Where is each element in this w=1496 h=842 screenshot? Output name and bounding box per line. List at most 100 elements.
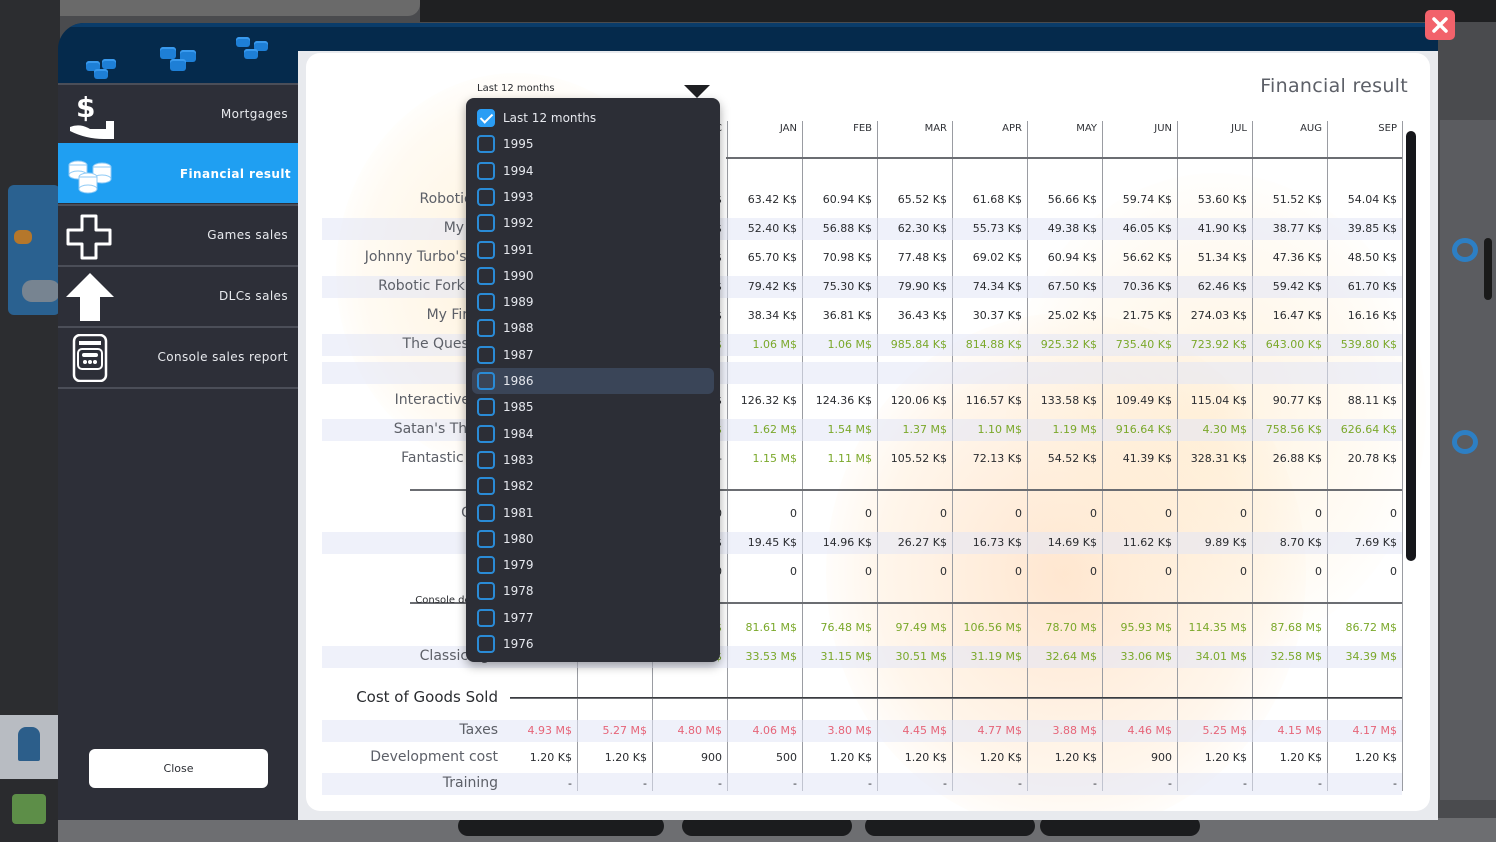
period-option-label: 1977 xyxy=(503,610,534,625)
table-cell: 61.70 K$ xyxy=(1347,280,1397,293)
table-cell: 4.30 M$ xyxy=(1202,423,1247,436)
period-option[interactable]: 1977 xyxy=(466,605,716,631)
checkbox-icon[interactable] xyxy=(477,135,495,154)
period-option[interactable]: 1993 xyxy=(466,184,716,210)
period-option[interactable]: 1984 xyxy=(466,421,716,447)
period-option[interactable]: 1982 xyxy=(466,473,716,499)
table-cell: 61.68 K$ xyxy=(972,193,1022,206)
period-option[interactable]: 1989 xyxy=(466,289,716,315)
table-cell: 0 xyxy=(1240,565,1247,578)
checkbox-icon[interactable] xyxy=(477,503,495,522)
table-cell: - xyxy=(1093,777,1097,790)
table-cell: 38.34 K$ xyxy=(747,309,797,322)
money-hand-icon: $ xyxy=(70,91,114,139)
sidebar-item-games-sales[interactable]: Games sales xyxy=(58,204,298,264)
period-option[interactable]: 1987 xyxy=(466,342,716,368)
period-option[interactable]: 1980 xyxy=(466,526,716,552)
sidebar-item-console-sales-report[interactable]: Console sales report xyxy=(58,326,298,386)
sidebar-item-dlcs-sales[interactable]: DLCs sales xyxy=(58,265,298,325)
table-cell: 0 xyxy=(790,565,797,578)
table-cell: 1.37 M$ xyxy=(902,423,947,436)
table-cell: - xyxy=(943,777,947,790)
period-option[interactable]: 1981 xyxy=(466,500,716,526)
period-option[interactable]: 1992 xyxy=(466,210,716,236)
table-cell: 3.80 M$ xyxy=(827,724,872,737)
close-x-button[interactable] xyxy=(1425,10,1455,40)
checkbox-icon[interactable] xyxy=(477,398,495,417)
table-cell: 51.34 K$ xyxy=(1197,251,1247,264)
scrollbar-thumb[interactable] xyxy=(1406,131,1416,561)
period-option[interactable]: 1991 xyxy=(466,237,716,263)
period-dropdown-arrow-icon[interactable] xyxy=(684,85,710,98)
table-cell: 4.77 M$ xyxy=(977,724,1022,737)
period-option[interactable]: 1995 xyxy=(466,131,716,157)
checkbox-icon[interactable] xyxy=(477,556,495,575)
checkbox-icon[interactable] xyxy=(477,529,495,548)
checkbox-icon[interactable] xyxy=(477,319,495,338)
period-option[interactable]: 1976 xyxy=(466,631,716,657)
financial-result-panel: CJANFEBMARAPRMAYJUNJULAUGSEPIncRobotic F… xyxy=(306,53,1430,811)
period-option-label: 1993 xyxy=(503,189,534,204)
sidebar-item-financial-result[interactable]: Financial result xyxy=(58,143,301,203)
table-cell: 0 xyxy=(1390,565,1397,578)
month-header: MAY xyxy=(1076,123,1097,134)
checkbox-icon[interactable] xyxy=(477,477,495,496)
period-option[interactable]: 1988 xyxy=(466,315,716,341)
period-option-label: 1989 xyxy=(503,295,534,310)
checkbox-icon[interactable] xyxy=(477,608,495,627)
checkbox-icon[interactable] xyxy=(477,214,495,233)
table-cell: 124.36 K$ xyxy=(815,394,872,407)
table-cell: 0 xyxy=(1090,507,1097,520)
period-option-label: 1988 xyxy=(503,321,534,336)
table-cell: 95.93 M$ xyxy=(1120,621,1172,634)
checkbox-icon[interactable] xyxy=(477,161,495,180)
table-cell: 41.39 K$ xyxy=(1122,452,1172,465)
checkbox-icon[interactable] xyxy=(477,240,495,259)
refresh-icon xyxy=(1452,238,1478,262)
table-cell: 49.38 K$ xyxy=(1047,222,1097,235)
checkbox-icon[interactable] xyxy=(477,345,495,364)
table-cell: 0 xyxy=(1165,565,1172,578)
table-row: Training xyxy=(306,775,498,793)
period-option[interactable]: 1985 xyxy=(466,394,716,420)
table-scrollbar[interactable] xyxy=(1406,131,1416,561)
table-cell: - xyxy=(643,777,647,790)
period-option[interactable]: 1978 xyxy=(466,578,716,604)
table-cell: 643.00 K$ xyxy=(1265,338,1322,351)
background-top-bar xyxy=(0,0,420,16)
checkbox-icon[interactable] xyxy=(477,450,495,469)
table-cell: 74.34 K$ xyxy=(972,280,1022,293)
table-cell: 0 xyxy=(940,565,947,578)
table-cell: 274.03 K$ xyxy=(1190,309,1247,322)
table-cell: 69.02 K$ xyxy=(972,251,1022,264)
checkbox-icon[interactable] xyxy=(477,582,495,601)
period-option[interactable]: 1990 xyxy=(466,263,716,289)
sidebar-divider xyxy=(58,387,298,389)
table-cell: 900 xyxy=(701,751,722,764)
checkbox-icon[interactable] xyxy=(477,372,495,390)
checkbox-checked-icon[interactable] xyxy=(477,109,495,127)
table-cell: 3.88 M$ xyxy=(1052,724,1097,737)
sidebar-item-mortgages[interactable]: $ Mortgages xyxy=(58,83,298,143)
page-title: Financial result xyxy=(1260,75,1408,97)
period-option-label: 1981 xyxy=(503,505,534,520)
table-cell: 25.02 K$ xyxy=(1047,309,1097,322)
period-option[interactable]: 1994 xyxy=(466,158,716,184)
checkbox-icon[interactable] xyxy=(477,424,495,443)
period-option[interactable]: 1986 xyxy=(472,368,714,394)
table-cell: 33.06 M$ xyxy=(1120,650,1172,663)
table-cell: 55.73 K$ xyxy=(972,222,1022,235)
table-cell: 34.39 M$ xyxy=(1345,650,1397,663)
checkbox-icon[interactable] xyxy=(477,293,495,312)
table-cell: 1.20 K$ xyxy=(979,751,1022,764)
table-cell: 87.68 M$ xyxy=(1270,621,1322,634)
period-option[interactable]: 1983 xyxy=(466,447,716,473)
checkbox-icon[interactable] xyxy=(477,266,495,285)
period-option[interactable]: 1979 xyxy=(466,552,716,578)
table-cell: 56.62 K$ xyxy=(1122,251,1172,264)
checkbox-icon[interactable] xyxy=(477,635,495,653)
close-button[interactable]: Close xyxy=(89,749,268,788)
period-option[interactable]: Last 12 months xyxy=(466,105,716,131)
checkbox-icon[interactable] xyxy=(477,187,495,206)
period-select-value[interactable]: Last 12 months xyxy=(477,83,555,94)
